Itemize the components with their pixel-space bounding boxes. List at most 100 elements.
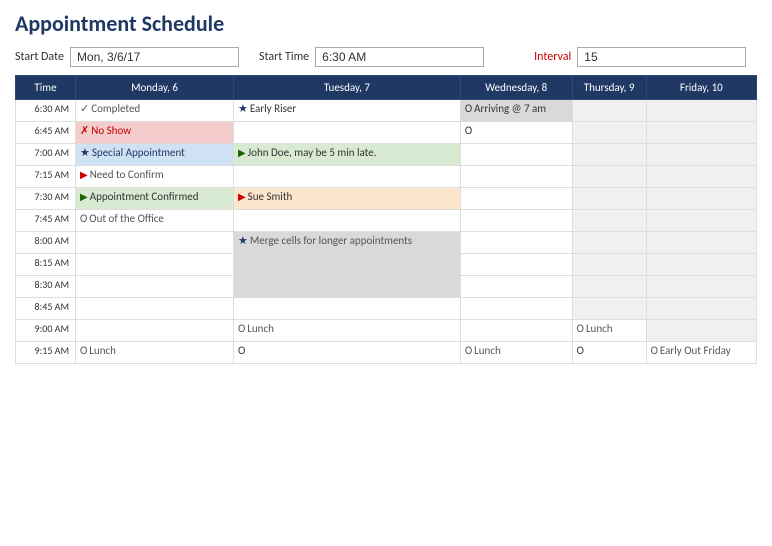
- col-header-time: Time: [16, 76, 76, 100]
- tuesday-cell[interactable]: OLunch: [233, 320, 460, 342]
- monday-cell-icon: ✗: [80, 124, 89, 137]
- thursday-cell[interactable]: [572, 100, 646, 122]
- thursday-cell[interactable]: [572, 188, 646, 210]
- col-header-wednesday: Wednesday, 8: [460, 76, 572, 100]
- tuesday-cell-icon: ★: [238, 234, 248, 247]
- tuesday-cell[interactable]: O: [233, 342, 460, 364]
- monday-cell[interactable]: ✓Completed: [76, 100, 234, 122]
- col-header-friday: Friday, 10: [646, 76, 756, 100]
- start-time-group: Start Time: [259, 47, 484, 67]
- wednesday-cell-text: Lunch: [474, 344, 501, 357]
- tuesday-cell-text: Early Riser: [250, 102, 296, 115]
- page-title: Appointment Schedule: [15, 10, 757, 37]
- wednesday-cell[interactable]: OLunch: [460, 342, 572, 364]
- friday-cell[interactable]: [646, 188, 756, 210]
- time-cell: 8:30 AM: [16, 276, 76, 298]
- tuesday-cell[interactable]: ★Merge cells for longer appointments: [233, 232, 460, 298]
- monday-cell[interactable]: [76, 232, 234, 254]
- tuesday-cell[interactable]: [233, 122, 460, 144]
- time-cell: 6:45 AM: [16, 122, 76, 144]
- monday-cell[interactable]: [76, 298, 234, 320]
- monday-cell[interactable]: [76, 254, 234, 276]
- start-time-input[interactable]: [315, 47, 484, 67]
- wednesday-cell[interactable]: [460, 210, 572, 232]
- wednesday-cell[interactable]: [460, 232, 572, 254]
- friday-cell[interactable]: [646, 166, 756, 188]
- monday-cell[interactable]: [76, 276, 234, 298]
- thursday-cell[interactable]: [572, 144, 646, 166]
- friday-cell-text: Early Out Friday: [660, 344, 731, 357]
- tuesday-cell[interactable]: [233, 210, 460, 232]
- start-time-label: Start Time: [259, 50, 309, 64]
- thursday-cell-text: Lunch: [586, 322, 613, 335]
- friday-cell[interactable]: [646, 298, 756, 320]
- monday-cell[interactable]: ▶Appointment Confirmed: [76, 188, 234, 210]
- thursday-cell[interactable]: [572, 166, 646, 188]
- tuesday-cell[interactable]: ★Early Riser: [233, 100, 460, 122]
- time-cell: 7:00 AM: [16, 144, 76, 166]
- wednesday-cell[interactable]: O: [460, 122, 572, 144]
- wednesday-cell-icon: O: [465, 124, 472, 137]
- time-cell: 8:00 AM: [16, 232, 76, 254]
- tuesday-cell-icon: ▶: [238, 190, 246, 203]
- monday-cell[interactable]: OOut of the Office: [76, 210, 234, 232]
- thursday-cell[interactable]: [572, 232, 646, 254]
- wednesday-cell-text: Arriving @ 7 am: [474, 102, 546, 115]
- thursday-cell[interactable]: O: [572, 342, 646, 364]
- thursday-cell-icon: O: [577, 344, 584, 357]
- interval-label: Interval: [534, 50, 571, 64]
- friday-cell[interactable]: OEarly Out Friday: [646, 342, 756, 364]
- friday-cell[interactable]: [646, 122, 756, 144]
- time-cell: 7:30 AM: [16, 188, 76, 210]
- wednesday-cell[interactable]: [460, 276, 572, 298]
- tuesday-cell[interactable]: ▶John Doe, may be 5 min late.: [233, 144, 460, 166]
- wednesday-cell[interactable]: OArriving @ 7 am: [460, 100, 572, 122]
- tuesday-cell-text: Merge cells for longer appointments: [250, 234, 412, 247]
- wednesday-cell[interactable]: [460, 254, 572, 276]
- thursday-cell[interactable]: [572, 122, 646, 144]
- table-row: 7:45 AMOOut of the Office: [16, 210, 757, 232]
- table-row: 7:15 AM▶Need to Confirm: [16, 166, 757, 188]
- friday-cell[interactable]: [646, 254, 756, 276]
- table-row: 9:15 AMOLunchOOLunchOOEarly Out Friday: [16, 342, 757, 364]
- thursday-cell[interactable]: [572, 254, 646, 276]
- thursday-cell[interactable]: [572, 210, 646, 232]
- thursday-cell[interactable]: [572, 298, 646, 320]
- monday-cell-icon: O: [80, 344, 87, 357]
- wednesday-cell[interactable]: [460, 166, 572, 188]
- friday-cell[interactable]: [646, 232, 756, 254]
- table-row: 6:30 AM✓Completed★Early RiserOArriving @…: [16, 100, 757, 122]
- friday-cell[interactable]: [646, 276, 756, 298]
- monday-cell-text: Appointment Confirmed: [90, 190, 199, 203]
- tuesday-cell-icon: ▶: [238, 146, 246, 159]
- table-row: 6:45 AM✗No Show O: [16, 122, 757, 144]
- start-date-input[interactable]: [70, 47, 239, 67]
- monday-cell[interactable]: ▶Need to Confirm: [76, 166, 234, 188]
- tuesday-cell[interactable]: ▶Sue Smith: [233, 188, 460, 210]
- monday-cell[interactable]: ★Special Appointment: [76, 144, 234, 166]
- start-date-group: Start Date: [15, 47, 239, 67]
- monday-cell[interactable]: [76, 320, 234, 342]
- tuesday-cell-icon: ★: [238, 102, 248, 115]
- wednesday-cell[interactable]: [460, 144, 572, 166]
- table-row: 9:00 AMOLunchOLunch: [16, 320, 757, 342]
- monday-cell-icon: ✓: [80, 102, 89, 115]
- friday-cell[interactable]: [646, 100, 756, 122]
- wednesday-cell[interactable]: [460, 298, 572, 320]
- friday-cell[interactable]: [646, 210, 756, 232]
- wednesday-cell[interactable]: [460, 320, 572, 342]
- monday-cell[interactable]: OLunch: [76, 342, 234, 364]
- thursday-cell[interactable]: [572, 276, 646, 298]
- table-row: 7:00 AM★Special Appointment▶John Doe, ma…: [16, 144, 757, 166]
- col-header-tuesday: Tuesday, 7: [233, 76, 460, 100]
- monday-cell[interactable]: ✗No Show: [76, 122, 234, 144]
- tuesday-cell[interactable]: [233, 298, 460, 320]
- monday-cell-text: Lunch: [89, 344, 116, 357]
- friday-cell[interactable]: [646, 144, 756, 166]
- tuesday-cell[interactable]: [233, 166, 460, 188]
- wednesday-cell[interactable]: [460, 188, 572, 210]
- monday-cell-text: Need to Confirm: [90, 168, 164, 181]
- interval-input[interactable]: [577, 47, 746, 67]
- friday-cell[interactable]: [646, 320, 756, 342]
- thursday-cell[interactable]: OLunch: [572, 320, 646, 342]
